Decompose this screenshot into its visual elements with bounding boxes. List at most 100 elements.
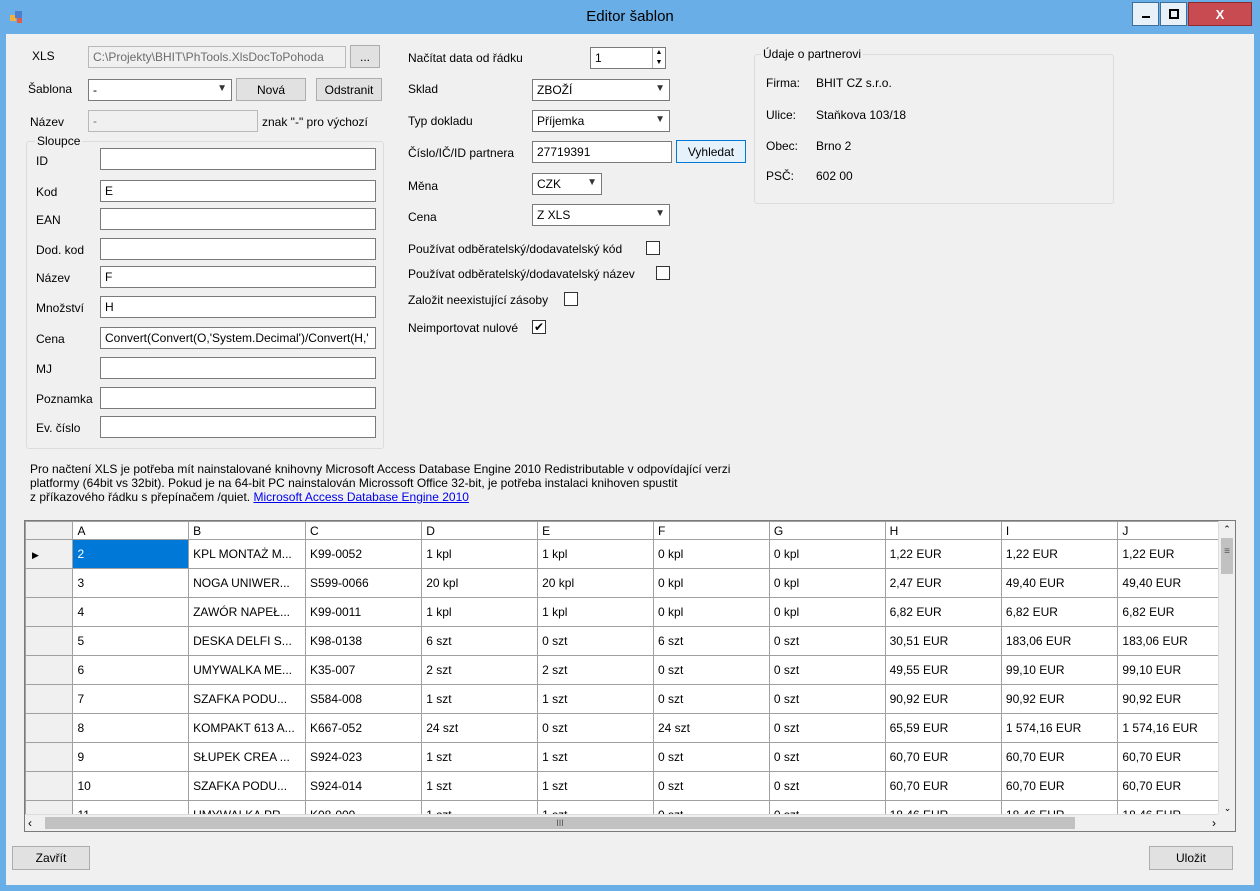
grid-cell[interactable]: S599-0066 [304,568,423,598]
grid-cell[interactable]: 2,47 EUR [884,568,1002,598]
stepper-up-icon[interactable]: ▲ [653,48,665,58]
grid-cell[interactable]: 1 574,16 EUR [1117,713,1235,743]
grid-corner-header[interactable] [25,521,74,540]
grid-cell[interactable]: 1 kpl [421,597,539,627]
grid-cell[interactable]: 60,70 EUR [884,771,1002,801]
grid-cell[interactable]: 20 kpl [421,568,539,598]
vertical-scrollbar[interactable]: ⌃ ≡ ⌄ [1218,521,1235,816]
grid-cell[interactable]: 0 szt [652,742,770,772]
grid-cell[interactable]: 6 szt [421,626,539,656]
grid-column-header[interactable]: I [1000,521,1119,540]
customer-name-checkbox[interactable] [656,266,670,280]
table-row[interactable]: 10 SZAFKA PODU... S924-014 1 szt 1 szt 0 szt 0… [25,771,1235,801]
grid-cell[interactable]: 6 [72,655,190,685]
grid-column-header[interactable]: F [652,521,770,540]
grid-cell[interactable]: 0 szt [652,771,770,801]
column-field[interactable]: F [100,266,376,288]
vertical-scroll-thumb[interactable]: ≡ [1221,538,1233,574]
grid-cell[interactable]: UMYWALKA ME... [188,655,306,685]
grid-cell[interactable]: SZAFKA PODU... [188,684,306,714]
table-row[interactable]: 7 SZAFKA PODU... S584-008 1 szt 1 szt 0 szt 0 … [25,684,1235,714]
grid-cell[interactable]: 24 szt [421,713,539,743]
template-select[interactable]: - ▼ [88,79,232,101]
grid-cell[interactable]: K98-0138 [304,626,423,656]
grid-cell[interactable]: 60,70 EUR [1000,771,1119,801]
column-field[interactable] [100,208,376,230]
grid-cell[interactable]: 1 szt [421,742,539,772]
grid-cell[interactable]: ZAWÓR NAPEŁ... [188,597,306,627]
column-field[interactable] [100,416,376,438]
grid-cell[interactable]: K99-0052 [304,539,423,569]
access-engine-link[interactable]: Microsoft Access Database Engine 2010 [253,490,468,504]
column-field[interactable]: Convert(Convert(O,'System.Decimal')/Conv… [100,327,376,349]
grid-cell[interactable]: 0 szt [652,655,770,685]
scroll-right-icon[interactable]: › [1212,816,1216,830]
grid-cell[interactable]: 0 kpl [768,568,886,598]
grid-cell[interactable]: 99,10 EUR [1000,655,1119,685]
browse-button[interactable]: ... [350,45,380,68]
grid-cell[interactable]: K667-052 [304,713,423,743]
column-field[interactable] [100,238,376,260]
grid-cell[interactable]: 0 kpl [768,597,886,627]
table-row[interactable]: 9 SŁUPEK CREA ... S924-023 1 szt 1 szt 0 szt 0… [25,742,1235,772]
grid-cell[interactable]: 1,22 EUR [1117,539,1235,569]
table-row[interactable]: 4 ZAWÓR NAPEŁ... K99-0011 1 kpl 1 kpl 0 kpl 0 … [25,597,1235,627]
grid-cell[interactable]: 1 szt [537,771,654,801]
grid-cell[interactable]: 2 szt [537,655,654,685]
grid-cell[interactable]: 0 szt [652,684,770,714]
grid-cell[interactable]: 2 [72,539,190,569]
grid-cell[interactable]: 6 szt [652,626,770,656]
xls-path-field[interactable]: C:\Projekty\BHIT\PhTools.XlsDocToPohoda [88,46,346,68]
column-field[interactable] [100,387,376,409]
column-field[interactable] [100,357,376,379]
grid-cell[interactable]: 49,40 EUR [1000,568,1119,598]
grid-cell[interactable]: 0 kpl [652,597,770,627]
grid-cell[interactable]: S584-008 [304,684,423,714]
maximize-button[interactable] [1160,2,1187,26]
minimize-button[interactable] [1132,2,1159,26]
horizontal-scrollbar[interactable]: ‹ III › [25,814,1220,831]
column-field[interactable]: E [100,180,376,202]
create-stock-checkbox[interactable] [564,292,578,306]
row-header[interactable]: ▶ [25,539,74,569]
grid-cell[interactable]: 5 [72,626,190,656]
currency-select[interactable]: CZK ▼ [532,173,602,195]
grid-cell[interactable]: 0 kpl [768,539,886,569]
grid-cell[interactable]: 0 szt [768,713,886,743]
row-header[interactable] [25,655,74,685]
grid-cell[interactable]: 6,82 EUR [1000,597,1119,627]
grid-cell[interactable]: 60,70 EUR [884,742,1002,772]
table-row[interactable]: ▶ 2 KPL MONTAŻ M... K99-0052 1 kpl 1 kpl 0 kpl… [25,539,1235,569]
doc-type-select[interactable]: Příjemka ▼ [532,110,670,132]
grid-cell[interactable]: 6,82 EUR [1117,597,1235,627]
table-row[interactable]: 6 UMYWALKA ME... K35-007 2 szt 2 szt 0 szt 0 s… [25,655,1235,685]
grid-column-header[interactable]: E [537,521,654,540]
grid-cell[interactable]: 1 szt [421,771,539,801]
grid-column-header[interactable]: J [1117,521,1235,540]
grid-cell[interactable]: 30,51 EUR [884,626,1002,656]
grid-cell[interactable]: SŁUPEK CREA ... [188,742,306,772]
table-row[interactable]: 8 KOMPAKT 613 A... K667-052 24 szt 0 szt 24 s… [25,713,1235,743]
close-window-button[interactable]: X [1188,2,1252,26]
skip-zero-checkbox[interactable]: ✔ [532,320,546,334]
grid-column-header[interactable]: B [188,521,306,540]
grid-cell[interactable]: K35-007 [304,655,423,685]
grid-cell[interactable]: 1 kpl [537,539,654,569]
close-button[interactable]: Zavřít [12,846,90,870]
grid-cell[interactable]: 1,22 EUR [1000,539,1119,569]
column-field[interactable]: H [100,296,376,318]
grid-cell[interactable]: 1 szt [421,684,539,714]
grid-cell[interactable]: 90,92 EUR [1000,684,1119,714]
grid-cell[interactable]: 0 szt [537,713,654,743]
grid-cell[interactable]: 90,92 EUR [884,684,1002,714]
row-header[interactable] [25,568,74,598]
grid-column-header[interactable]: H [884,521,1002,540]
grid-cell[interactable]: KPL MONTAŻ M... [188,539,306,569]
grid-cell[interactable]: SZAFKA PODU... [188,771,306,801]
row-header[interactable] [25,626,74,656]
grid-cell[interactable]: 0 szt [768,684,886,714]
grid-cell[interactable]: 4 [72,597,190,627]
grid-cell[interactable]: 1 kpl [537,597,654,627]
grid-cell[interactable]: S924-014 [304,771,423,801]
grid-cell[interactable]: 8 [72,713,190,743]
